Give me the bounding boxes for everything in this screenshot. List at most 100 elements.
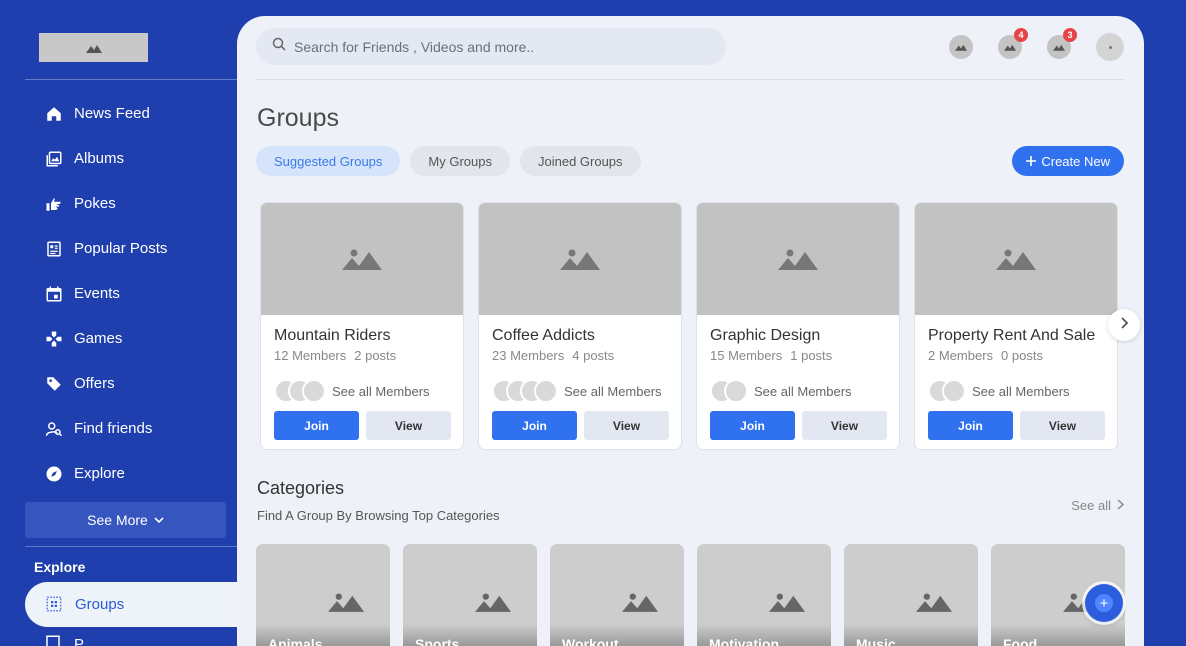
search-icon [272, 37, 286, 56]
plus-icon: + [1095, 594, 1113, 612]
sidebar-item-next[interactable]: P [44, 634, 84, 646]
category-label: Sports [415, 636, 460, 646]
group-image[interactable] [915, 203, 1117, 315]
member-avatars: See all Members [710, 379, 852, 403]
category-tile[interactable]: Music [844, 544, 978, 646]
sidebar-nav: News Feed Albums Pokes Popular Posts Eve… [0, 91, 237, 496]
sidebar-item-explore[interactable]: Explore [0, 451, 237, 496]
sidebar-item-albums[interactable]: Albums [0, 136, 237, 181]
image-placeholder-icon [560, 249, 600, 270]
join-button[interactable]: Join [492, 411, 577, 440]
image-placeholder-icon [916, 593, 952, 612]
member-avatars: See all Members [492, 379, 662, 403]
image-placeholder-icon [342, 249, 382, 270]
view-button[interactable]: View [802, 411, 887, 440]
sidebar-item-label: Offers [74, 375, 115, 392]
sidebar-item-label: Groups [75, 596, 125, 613]
group-card: Mountain Riders 12 Members 2 posts See al… [260, 202, 464, 450]
logo[interactable] [39, 33, 148, 62]
category-label: Workout [562, 636, 619, 646]
header-divider [256, 79, 1124, 80]
group-name[interactable]: Graphic Design [710, 327, 820, 345]
see-more-button[interactable]: See More [25, 502, 226, 538]
sidebar-item-offers[interactable]: Offers [0, 361, 237, 406]
join-button[interactable]: Join [274, 411, 359, 440]
see-all-members-link[interactable]: See all Members [972, 384, 1070, 399]
image-placeholder-icon [622, 593, 658, 612]
messages-icon[interactable]: 4 [998, 28, 1028, 59]
sidebar-item-label: Find friends [74, 420, 153, 437]
carousel-next-button[interactable] [1108, 309, 1140, 341]
see-all-members-link[interactable]: See all Members [754, 384, 852, 399]
group-tabs: Suggested Groups My Groups Joined Groups [256, 146, 641, 176]
group-meta: 2 Members 0 posts [928, 348, 1043, 363]
search-bar[interactable] [256, 28, 726, 65]
sidebar-item-games[interactable]: Games [0, 316, 237, 361]
group-meta: 12 Members 2 posts [274, 348, 396, 363]
category-tile[interactable]: Workout [550, 544, 684, 646]
post-count: 1 posts [790, 348, 833, 363]
group-name[interactable]: Coffee Addicts [492, 327, 595, 345]
post-count: 4 posts [572, 348, 615, 363]
sidebar-item-label: Pokes [74, 195, 116, 212]
see-all-members-link[interactable]: See all Members [564, 384, 662, 399]
home-icon [44, 104, 64, 124]
tab-joined-groups[interactable]: Joined Groups [519, 146, 641, 176]
sidebar-item-label: Albums [74, 150, 125, 167]
group-image[interactable] [697, 203, 899, 315]
sidebar-item-groups[interactable]: Groups [25, 582, 237, 627]
sidebar-item-find-friends[interactable]: Find friends [0, 406, 237, 451]
join-button[interactable]: Join [928, 411, 1013, 440]
category-label: Food [1003, 636, 1038, 646]
sidebar-item-popular-posts[interactable]: Popular Posts [0, 226, 237, 271]
group-card: Graphic Design 15 Members 1 posts See all… [696, 202, 900, 450]
create-new-label: Create New [1041, 153, 1110, 169]
group-card: Coffee Addicts 23 Members 4 posts See all… [478, 202, 682, 450]
chevron-right-icon [1119, 316, 1129, 334]
page-icon [44, 634, 64, 646]
sidebar-item-label: Events [74, 285, 120, 302]
view-button[interactable]: View [366, 411, 451, 440]
poke-icon [44, 194, 64, 214]
group-name[interactable]: Mountain Riders [274, 327, 391, 345]
category-tile[interactable]: Motivation [697, 544, 831, 646]
sidebar-item-label: News Feed [74, 105, 150, 122]
notifications-icon[interactable]: 3 [1047, 28, 1077, 59]
popular-posts-icon [44, 239, 64, 259]
see-all-label: See all [1071, 498, 1111, 513]
chevron-right-icon [1117, 498, 1125, 513]
view-button[interactable]: View [1020, 411, 1105, 440]
tab-suggested-groups[interactable]: Suggested Groups [256, 146, 401, 176]
messages-badge: 4 [1014, 28, 1028, 42]
sidebar-item-news-feed[interactable]: News Feed [0, 91, 237, 136]
sidebar-divider [25, 79, 237, 80]
see-all-categories-link[interactable]: See all [1071, 498, 1125, 513]
tag-icon [44, 374, 64, 394]
create-new-button[interactable]: Create New [1012, 146, 1124, 176]
apps-icon[interactable] [949, 35, 973, 59]
member-avatar [724, 379, 748, 403]
join-button[interactable]: Join [710, 411, 795, 440]
category-tile[interactable]: Animals [256, 544, 390, 646]
see-all-members-link[interactable]: See all Members [332, 384, 430, 399]
tab-my-groups[interactable]: My Groups [410, 146, 510, 176]
search-input[interactable] [294, 38, 694, 55]
member-count: 23 Members [492, 348, 565, 363]
group-image[interactable] [261, 203, 463, 315]
category-label: Animals [268, 636, 323, 646]
category-tile[interactable]: Sports [403, 544, 537, 646]
group-meta: 15 Members 1 posts [710, 348, 832, 363]
compass-icon [44, 464, 64, 484]
sidebar-item-events[interactable]: Events [0, 271, 237, 316]
sidebar-divider [25, 546, 237, 547]
group-name[interactable]: Property Rent And Sale [928, 327, 1095, 345]
category-label: Music [856, 636, 896, 646]
group-image[interactable] [479, 203, 681, 315]
chevron-down-icon [154, 512, 164, 528]
floating-action-button[interactable]: + [1085, 584, 1123, 622]
group-card: Property Rent And Sale 2 Members 0 posts … [914, 202, 1118, 450]
avatar[interactable] [1096, 33, 1124, 61]
member-avatar [942, 379, 966, 403]
sidebar-item-pokes[interactable]: Pokes [0, 181, 237, 226]
view-button[interactable]: View [584, 411, 669, 440]
